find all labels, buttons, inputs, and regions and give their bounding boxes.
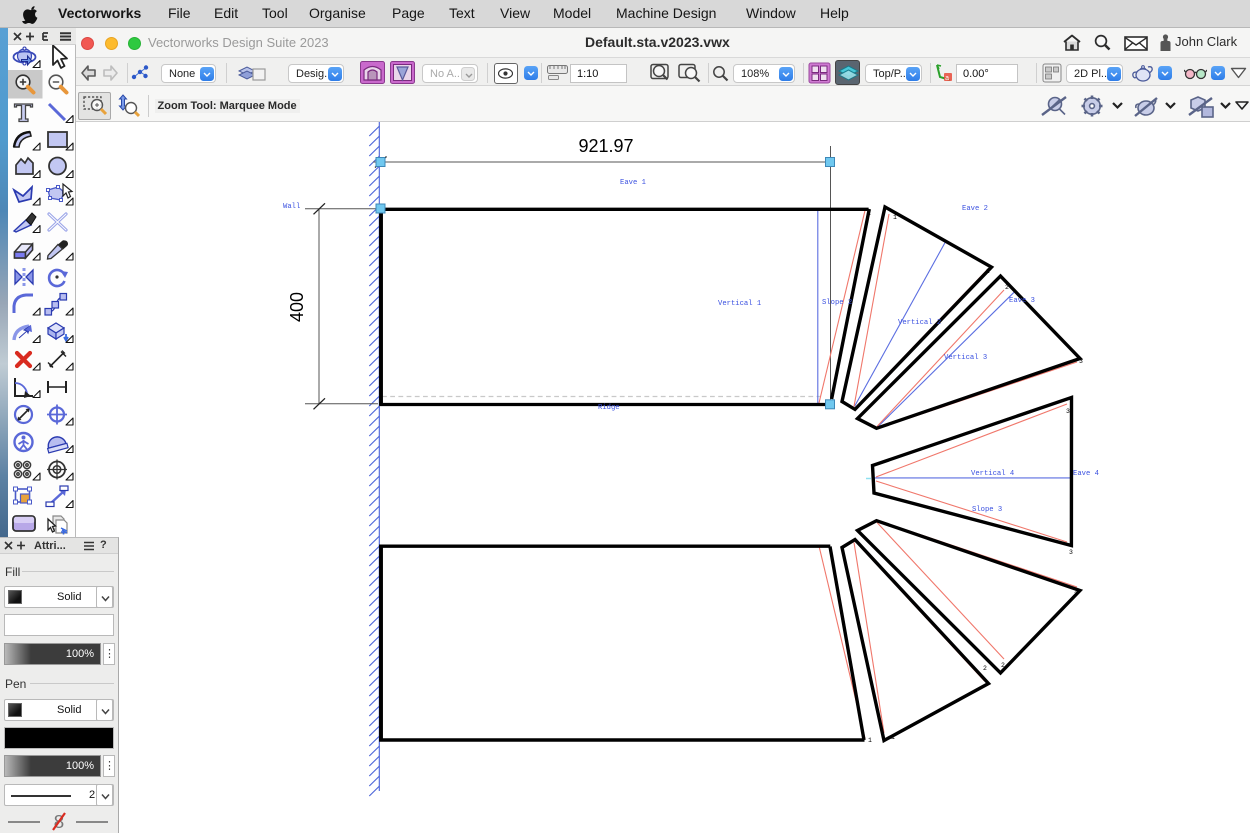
svg-text:921.97: 921.97	[578, 136, 633, 156]
svg-text:Vertical 1: Vertical 1	[718, 300, 761, 308]
svg-text:2: 2	[986, 268, 990, 275]
svg-text:1: 1	[893, 214, 897, 221]
svg-text:3: 3	[1079, 358, 1083, 365]
svg-text:Eave 3: Eave 3	[1009, 297, 1035, 305]
svg-text:Vertical 2: Vertical 2	[898, 319, 941, 327]
svg-text:Eave 1: Eave 1	[620, 179, 646, 187]
svg-text:1: 1	[891, 734, 895, 741]
svg-text:Eave 2: Eave 2	[962, 205, 988, 213]
svg-text:Eave 4: Eave 4	[1073, 470, 1099, 478]
svg-text:Vertical 3: Vertical 3	[944, 354, 987, 362]
svg-text:1: 1	[867, 210, 871, 217]
svg-text:3: 3	[1066, 408, 1070, 415]
svg-text:2: 2	[1005, 284, 1009, 291]
svg-text:Vertical 4: Vertical 4	[971, 470, 1014, 478]
svg-text:Slope 2: Slope 2	[822, 299, 852, 307]
svg-text:2: 2	[1001, 662, 1005, 669]
svg-text:Slope 3: Slope 3	[972, 506, 1002, 514]
svg-text:2: 2	[983, 665, 987, 672]
svg-text:3: 3	[1074, 591, 1078, 598]
svg-text:3: 3	[1069, 549, 1073, 556]
svg-text:1: 1	[868, 737, 872, 744]
svg-text:400: 400	[287, 292, 307, 322]
svg-text:Ridge: Ridge	[598, 404, 620, 412]
svg-text:Wall: Wall	[283, 203, 300, 211]
